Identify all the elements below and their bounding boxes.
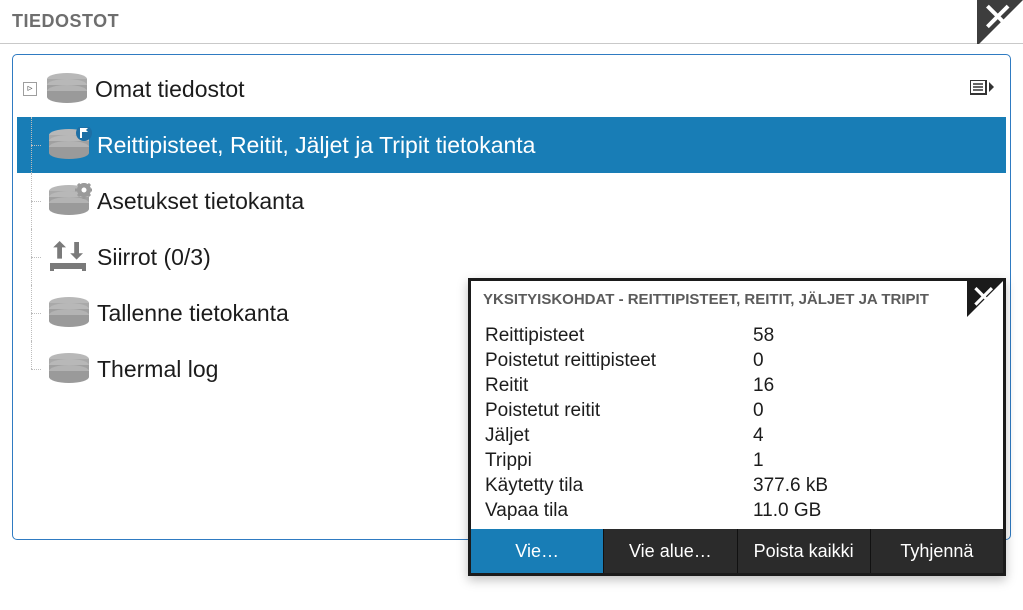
database-icon: [46, 295, 92, 331]
details-popup: YKSITYISKOHDAT - REITTIPISTEET, REITIT, …: [468, 278, 1006, 576]
tree-item-label: Reittipisteet, Reitit, Jäljet ja Tripit …: [97, 132, 996, 159]
tree-item-label: Siirrot (0/3): [97, 244, 996, 271]
database-icon: [46, 351, 92, 387]
export-region-button[interactable]: Vie alue…: [604, 529, 737, 573]
detail-row: Trippi1: [485, 448, 989, 473]
database-flag-icon: [46, 127, 92, 163]
export-button[interactable]: Vie…: [471, 529, 604, 573]
detail-row: Poistetut reitit0: [485, 398, 989, 423]
database-icon: [44, 71, 90, 107]
tree-connector: [23, 117, 41, 173]
tree-connector: [23, 229, 41, 285]
purge-button[interactable]: Tyhjennä: [871, 529, 1003, 573]
list-chevron-icon[interactable]: [968, 76, 996, 102]
detail-row: Reitit16: [485, 373, 989, 398]
detail-row: Käytetty tila377.6 kB: [485, 473, 989, 498]
close-button[interactable]: ✕: [933, 0, 1023, 44]
delete-all-button[interactable]: Poista kaikki: [738, 529, 871, 573]
detail-row: Poistetut reittipisteet0: [485, 348, 989, 373]
tree-item-waypoints-db[interactable]: Reittipisteet, Reitit, Jäljet ja Tripit …: [17, 117, 1006, 173]
tree-connector: [23, 173, 41, 229]
window-header: TIEDOSTOT ✕: [0, 0, 1023, 44]
tree-connector: [23, 285, 41, 341]
tree-item-my-files[interactable]: ▹ Omat tiedostot: [17, 61, 1006, 117]
details-footer: Vie… Vie alue… Poista kaikki Tyhjennä: [471, 529, 1003, 573]
details-close-button[interactable]: ✕: [933, 281, 1003, 317]
details-title: YKSITYISKOHDAT - REITTIPISTEET, REITIT, …: [483, 291, 929, 308]
detail-row: Reittipisteet58: [485, 323, 989, 348]
close-icon: ✕: [981, 0, 1015, 40]
details-header: YKSITYISKOHDAT - REITTIPISTEET, REITIT, …: [471, 281, 1003, 317]
details-body: Reittipisteet58 Poistetut reittipisteet0…: [471, 317, 1003, 529]
window-title: TIEDOSTOT: [12, 11, 119, 32]
expand-toggle[interactable]: ▹: [23, 82, 37, 96]
tree-item-transfers[interactable]: Siirrot (0/3): [17, 229, 1006, 285]
detail-row: Vapaa tila11.0 GB: [485, 498, 989, 523]
tree-connector: [23, 341, 41, 397]
close-icon: ✕: [970, 281, 997, 316]
transfer-icon: [46, 239, 92, 275]
detail-row: Jäljet4: [485, 423, 989, 448]
database-gear-icon: [46, 183, 92, 219]
tree-item-label: Omat tiedostot: [95, 76, 968, 103]
tree-item-label: Asetukset tietokanta: [97, 188, 996, 215]
tree-item-settings-db[interactable]: Asetukset tietokanta: [17, 173, 1006, 229]
